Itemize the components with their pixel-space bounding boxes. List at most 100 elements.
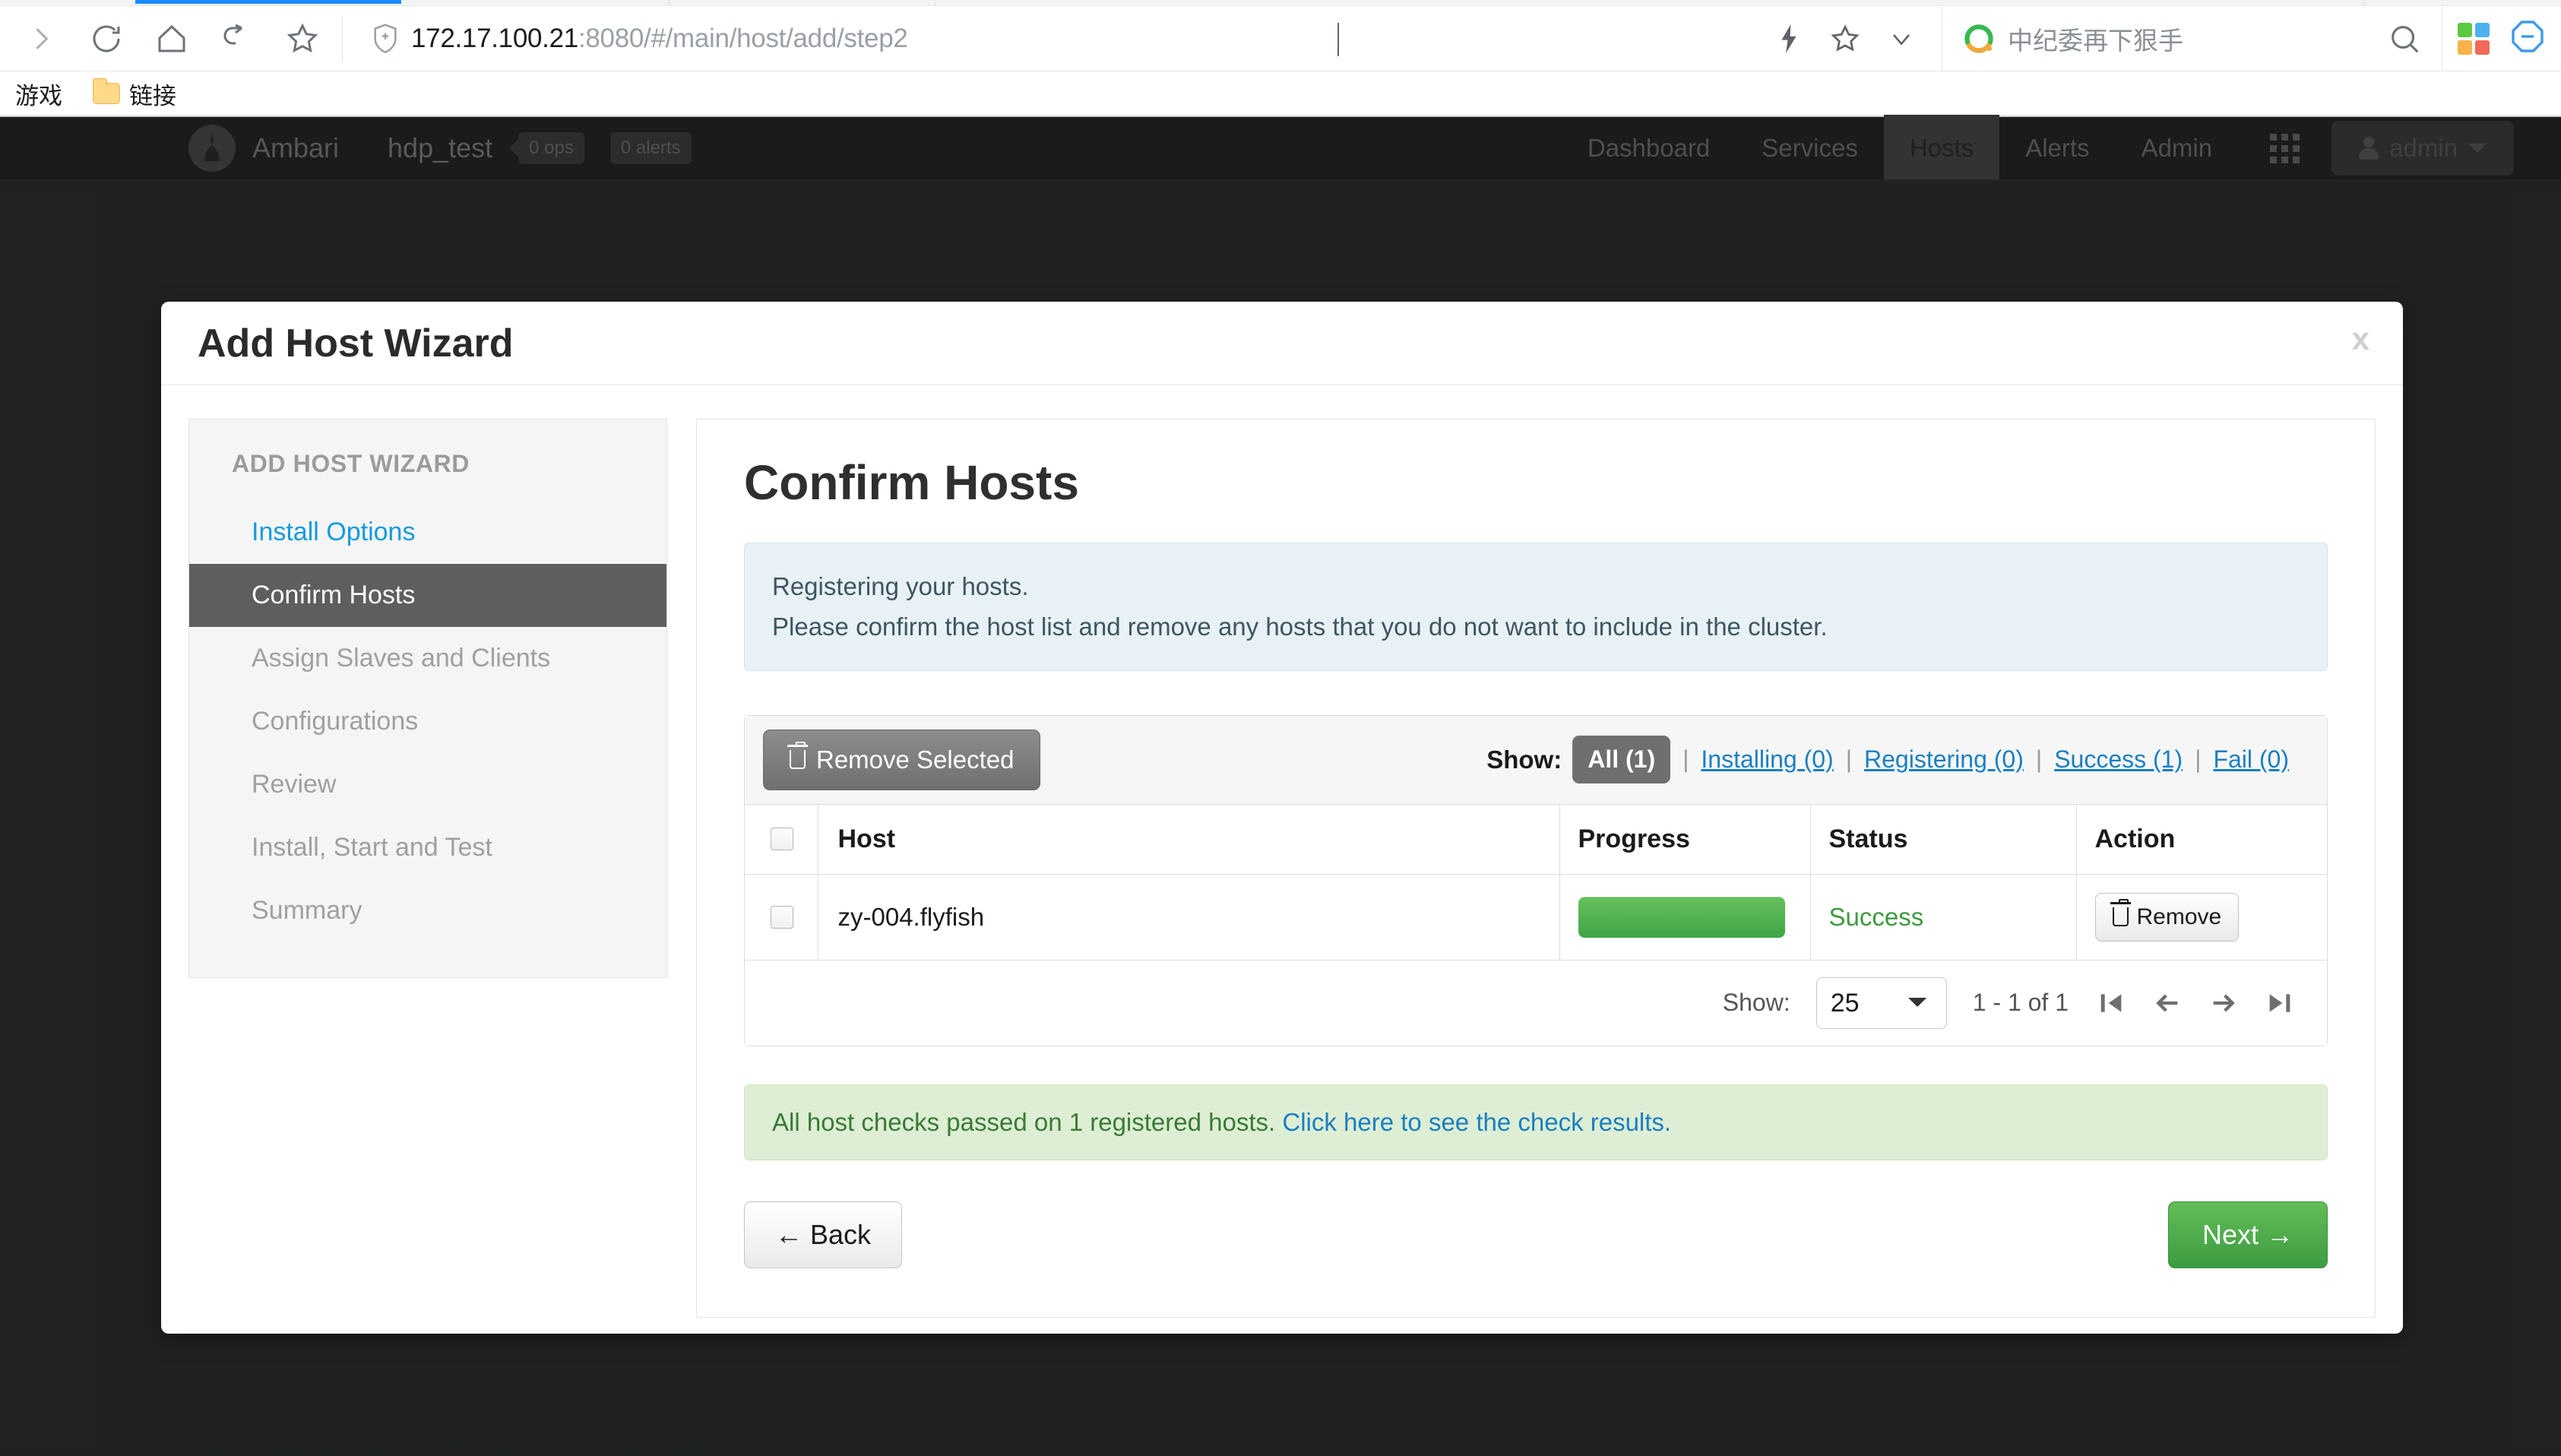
sidebar-item-configurations[interactable]: Configurations	[189, 690, 666, 753]
modal-title: Add Host Wizard	[198, 321, 514, 366]
table-pagination-footer: Show: 102550100 1 - 1 of 1	[745, 960, 2327, 1046]
remove-host-label: Remove	[2136, 904, 2222, 929]
forward-icon[interactable]	[20, 17, 62, 60]
filter-installing[interactable]: Installing (0)	[1701, 745, 1833, 774]
remove-selected-label: Remove Selected	[816, 745, 1015, 774]
nav-link-hosts[interactable]: Hosts	[1883, 115, 2000, 182]
user-icon	[2359, 137, 2379, 160]
bookmark-item-games[interactable]: 游戏	[3, 72, 74, 116]
ambari-navbar: Ambari hdp_test 0 ops 0 alerts Dashboard…	[0, 115, 2561, 182]
column-header-status[interactable]: Status	[1810, 804, 2077, 875]
hosts-table: Host Progress Status Action zy-004.flyfi…	[745, 804, 2327, 961]
star-icon[interactable]	[1828, 21, 1863, 56]
search-engine-icon	[1962, 22, 1996, 55]
apps-grid-icon[interactable]	[2270, 133, 2300, 163]
chevron-down-icon[interactable]	[1884, 21, 1919, 56]
next-button[interactable]: Next →	[2167, 1201, 2328, 1268]
filter-fail[interactable]: Fail (0)	[2213, 745, 2289, 774]
last-page-icon[interactable]	[2263, 986, 2297, 1020]
modal-body: ADD HOST WIZARD Install Options Confirm …	[161, 385, 2403, 1351]
brand-area[interactable]: Ambari hdp_test 0 ops 0 alerts	[0, 125, 692, 172]
back-button[interactable]: ← Back	[744, 1201, 903, 1268]
alerts-badge[interactable]: 0 alerts	[609, 132, 692, 164]
search-icon[interactable]	[2387, 21, 2422, 56]
bookmark-label: 链接	[129, 82, 176, 109]
progress-bar	[1578, 896, 1785, 938]
pagination-range: 1 - 1 of 1	[1972, 989, 2069, 1017]
search-box[interactable]: 中纪委再下狠手	[1942, 6, 2442, 71]
column-header-action[interactable]: Action	[2076, 804, 2327, 875]
reload-icon[interactable]	[85, 17, 128, 60]
page-size-label: Show:	[1722, 989, 1790, 1017]
browser-chrome: 172.17.100.21:8080/#/main/host/add/step2…	[0, 0, 2561, 117]
wizard-sidebar: ADD HOST WIZARD Install Options Confirm …	[188, 419, 667, 978]
row-checkbox[interactable]	[771, 905, 793, 929]
sidebar-item-confirm-hosts[interactable]: Confirm Hosts	[189, 564, 666, 627]
filter-separator: |	[2035, 745, 2043, 774]
bookmark-star-icon[interactable]	[281, 17, 324, 60]
hosts-table-container: Remove Selected Show: All (1) | Installi…	[744, 714, 2328, 1046]
home-icon[interactable]	[150, 17, 193, 60]
nav-link-alerts[interactable]: Alerts	[1999, 115, 2115, 182]
sidebar-item-install-options[interactable]: Install Options	[189, 501, 666, 564]
remove-host-button[interactable]: Remove	[2094, 892, 2240, 942]
previous-page-icon[interactable]	[2151, 986, 2184, 1020]
table-toolbar: Remove Selected Show: All (1) | Installi…	[745, 715, 2327, 805]
address-bar[interactable]: 172.17.100.21:8080/#/main/host/add/step2	[353, 6, 1942, 71]
column-header-progress[interactable]: Progress	[1559, 804, 1811, 875]
sidebar-item-summary[interactable]: Summary	[189, 879, 666, 942]
brand-name: Ambari	[252, 132, 340, 163]
nav-link-admin[interactable]: Admin	[2116, 115, 2239, 182]
wizard-main-panel: Confirm Hosts Registering your hosts. Pl…	[696, 419, 2376, 1318]
stop-sign-icon[interactable]	[2509, 18, 2546, 59]
shield-icon[interactable]	[370, 22, 400, 55]
sidebar-item-install-start-and-test[interactable]: Install, Start and Test	[189, 816, 666, 879]
success-alert-text: All host checks passed on 1 registered h…	[772, 1107, 1283, 1136]
nav-link-dashboard[interactable]: Dashboard	[1562, 115, 1736, 182]
user-menu-button[interactable]: admin	[2331, 121, 2514, 176]
sidebar-item-assign-slaves-and-clients[interactable]: Assign Slaves and Clients	[189, 627, 666, 690]
nav-link-services[interactable]: Services	[1736, 115, 1884, 182]
show-label: Show:	[1486, 745, 1562, 774]
ops-badge[interactable]: 0 ops	[518, 132, 584, 164]
cell-status: Success	[1810, 874, 2077, 961]
bookmark-item-links[interactable]: 链接	[81, 72, 188, 116]
undo-icon[interactable]	[216, 17, 258, 60]
close-icon[interactable]: x	[2352, 323, 2369, 355]
nav-links: Dashboard Services Hosts Alerts Admin ad…	[1562, 115, 2561, 182]
add-host-wizard-modal: Add Host Wizard x ADD HOST WIZARD Instal…	[161, 302, 2403, 1334]
check-results-link[interactable]: Click here to see the check results.	[1282, 1108, 1671, 1136]
cell-host: zy-004.flyfish	[818, 874, 1560, 961]
table-body: zy-004.flyfish Success Remove	[745, 874, 2327, 961]
info-alert: Registering your hosts. Please confirm t…	[744, 543, 2328, 671]
pager-controls	[2094, 986, 2297, 1020]
chevron-down-icon	[2468, 144, 2487, 153]
status-badge: Success	[1828, 902, 1924, 931]
filter-separator: |	[1683, 745, 1689, 774]
sidebar-item-review[interactable]: Review	[189, 753, 666, 816]
lightning-icon[interactable]	[1771, 21, 1806, 56]
wizard-heading: ADD HOST WIZARD	[232, 450, 470, 477]
filter-success[interactable]: Success (1)	[2054, 745, 2183, 774]
table-header: Host Progress Status Action	[745, 804, 2327, 875]
cluster-name: hdp_test	[388, 132, 493, 163]
column-header-host[interactable]: Host	[818, 804, 1560, 875]
url-path: :8080/#/main/host/add/step2	[578, 25, 908, 52]
filter-registering[interactable]: Registering (0)	[1864, 745, 2024, 774]
trash-icon	[787, 742, 808, 770]
next-page-icon[interactable]	[2207, 986, 2240, 1020]
table-header-row: Host Progress Status Action	[745, 804, 2327, 875]
row-select-cell	[745, 874, 818, 961]
first-page-icon[interactable]	[2094, 986, 2128, 1020]
apps-grid-icon[interactable]	[2458, 22, 2490, 55]
browser-toolbar: 172.17.100.21:8080/#/main/host/add/step2…	[0, 5, 2561, 71]
page-size-select[interactable]: 102550100	[1815, 976, 1947, 1029]
url-text: 172.17.100.21:8080/#/main/host/add/step2	[411, 25, 908, 52]
active-tab-indicator[interactable]	[135, 0, 401, 4]
wizard-actions: ← Back Next →	[744, 1201, 2328, 1268]
filter-all[interactable]: All (1)	[1572, 736, 1671, 784]
folder-icon	[93, 78, 120, 104]
page-title: Confirm Hosts	[744, 455, 1079, 510]
select-all-checkbox[interactable]	[771, 828, 793, 851]
remove-selected-button[interactable]: Remove Selected	[763, 729, 1041, 790]
